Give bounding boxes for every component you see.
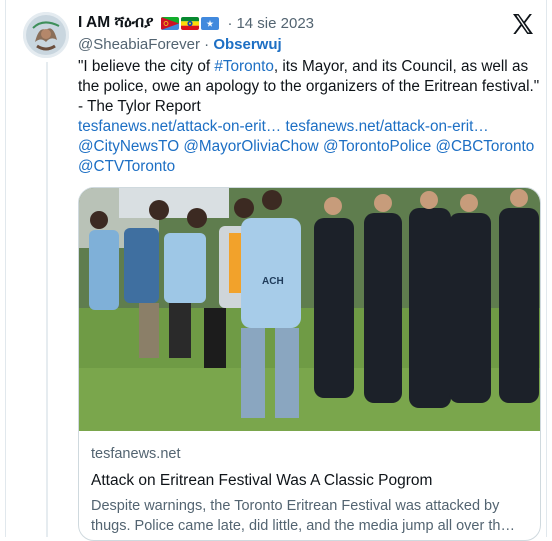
article-link[interactable]: tesfanews.net/attack-on-erit… xyxy=(78,118,281,135)
card-title[interactable]: Attack on Eritrean Festival Was A Classi… xyxy=(91,472,531,490)
mention-link[interactable]: @CityNewsTO xyxy=(78,138,179,155)
ethiopia-flag-icon xyxy=(181,16,200,30)
flag-emojis xyxy=(161,16,220,30)
card-caption: tesfanews.net Attack on Eritrean Festiva… xyxy=(91,446,531,536)
tweet-links: tesfanews.net/attack-on-erit… tesfanews.… xyxy=(78,117,543,137)
tweet-card: I AM ሻዕብያ · 14 sie 2023 @SheabiaForever … xyxy=(5,0,547,541)
mention-link[interactable]: @MayorOliviaChow xyxy=(183,138,318,155)
handle[interactable]: @SheabiaForever xyxy=(78,36,200,53)
mention-link[interactable]: @TorontoPolice xyxy=(323,138,431,155)
handle-row: @SheabiaForever · Obserwuj xyxy=(78,36,282,53)
tweet-date[interactable]: 14 sie 2023 xyxy=(236,15,314,32)
separator-dot: · xyxy=(204,36,210,53)
tweet-text-prefix: "I believe the city of xyxy=(78,58,215,75)
tweet-header: I AM ሻዕብያ · 14 sie 2023 xyxy=(78,12,532,34)
thread-line xyxy=(46,62,48,537)
hashtag-link[interactable]: #Toronto xyxy=(214,58,274,75)
separator-dot: · xyxy=(227,14,233,32)
eritrea-flag-icon xyxy=(161,16,180,30)
tweet-body: "I believe the city of #Toronto, its May… xyxy=(78,57,543,117)
display-name[interactable]: I AM ሻዕብያ xyxy=(78,14,153,32)
avatar-image xyxy=(23,12,69,58)
tweet-text: "I believe the city of #Toronto, its May… xyxy=(78,57,543,177)
article-photo[interactable]: ACH xyxy=(79,188,541,431)
card-description: Despite warnings, the Toronto Eritrean F… xyxy=(91,498,515,534)
somalia-flag-icon xyxy=(201,16,220,30)
x-logo-icon[interactable] xyxy=(511,12,535,36)
shirt-text: ACH xyxy=(262,276,284,287)
follow-button[interactable]: Obserwuj xyxy=(213,36,281,53)
mention-link[interactable]: @CTVToronto xyxy=(78,158,175,175)
avatar[interactable] xyxy=(23,12,69,58)
tweet-mentions: @CityNewsTO @MayorOliviaChow @TorontoPol… xyxy=(78,137,543,177)
link-preview-card[interactable]: ACH tesfanews.net Attack on Eritrean Fes… xyxy=(78,187,541,541)
mention-link[interactable]: @CBCToronto xyxy=(435,138,534,155)
article-link[interactable]: tesfanews.net/attack-on-erit… xyxy=(285,118,488,135)
card-domain: tesfanews.net xyxy=(91,446,181,462)
